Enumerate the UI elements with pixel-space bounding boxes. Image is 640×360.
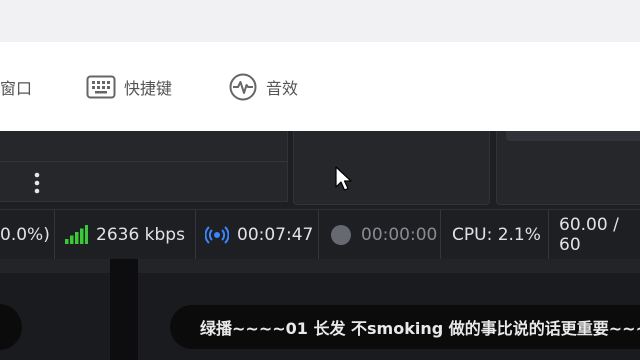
record-time-value: 00:00:00 bbox=[361, 224, 438, 245]
cpu-usage-value: CPU: 2.1% bbox=[452, 224, 541, 245]
window-top-area bbox=[0, 0, 640, 42]
divider bbox=[318, 210, 319, 259]
stream-time: 00:07:47 bbox=[205, 210, 313, 259]
properties-panel bbox=[496, 131, 640, 205]
dropped-frames: 0.0%) bbox=[0, 210, 50, 259]
panel-scrollbar[interactable] bbox=[506, 131, 640, 141]
keyboard-icon bbox=[86, 75, 116, 99]
menu-bar: 窗口 快捷键 音效 bbox=[0, 42, 640, 131]
status-bar: 0.0%) 2636 kbps 00:07:47 00:00:00 CPU: 2… bbox=[0, 209, 640, 260]
bitrate-indicator: 2636 kbps bbox=[64, 210, 185, 259]
record-dot-icon bbox=[331, 224, 351, 245]
menu-shortcuts-label: 快捷键 bbox=[124, 79, 173, 98]
mouse-cursor-icon bbox=[334, 165, 354, 197]
controls-panel bbox=[293, 131, 490, 205]
divider bbox=[548, 210, 549, 259]
panel-divider bbox=[0, 161, 287, 162]
signal-bars-icon bbox=[65, 224, 88, 244]
menu-audio[interactable]: 音效 bbox=[228, 72, 298, 102]
dropped-frames-value: 0.0%) bbox=[0, 224, 50, 245]
menu-audio-label: 音效 bbox=[266, 79, 299, 98]
fps-indicator: 60.00 / 60 bbox=[559, 210, 640, 259]
dock-area bbox=[0, 131, 640, 209]
caption-overlay: 绿播~~~~01 长发 不smoking 做的事比说的话更重要~~~ bbox=[170, 305, 640, 349]
bitrate-value: 2636 kbps bbox=[96, 224, 185, 245]
broadcast-icon bbox=[205, 225, 229, 244]
record-time: 00:00:00 bbox=[330, 210, 437, 259]
more-options-button[interactable] bbox=[33, 171, 41, 195]
menu-window-label: 窗口 bbox=[0, 79, 33, 98]
audio-wave-icon bbox=[228, 72, 258, 102]
menu-shortcuts[interactable]: 快捷键 bbox=[86, 72, 172, 102]
preview-divider bbox=[110, 259, 138, 360]
divider bbox=[54, 210, 55, 259]
divider bbox=[440, 210, 441, 259]
vertical-dots-icon bbox=[34, 172, 40, 194]
scenes-panel bbox=[0, 131, 288, 202]
stream-time-value: 00:07:47 bbox=[237, 224, 314, 245]
menu-window[interactable]: 窗口 bbox=[0, 72, 32, 102]
cpu-usage: CPU: 2.1% bbox=[452, 210, 541, 259]
preview-top-strip bbox=[0, 259, 640, 273]
left-overlay-pill bbox=[0, 304, 22, 350]
divider bbox=[195, 210, 196, 259]
caption-text: 绿播~~~~01 长发 不smoking 做的事比说的话更重要~~~ bbox=[200, 319, 640, 338]
fps-value: 60.00 / 60 bbox=[559, 214, 619, 255]
